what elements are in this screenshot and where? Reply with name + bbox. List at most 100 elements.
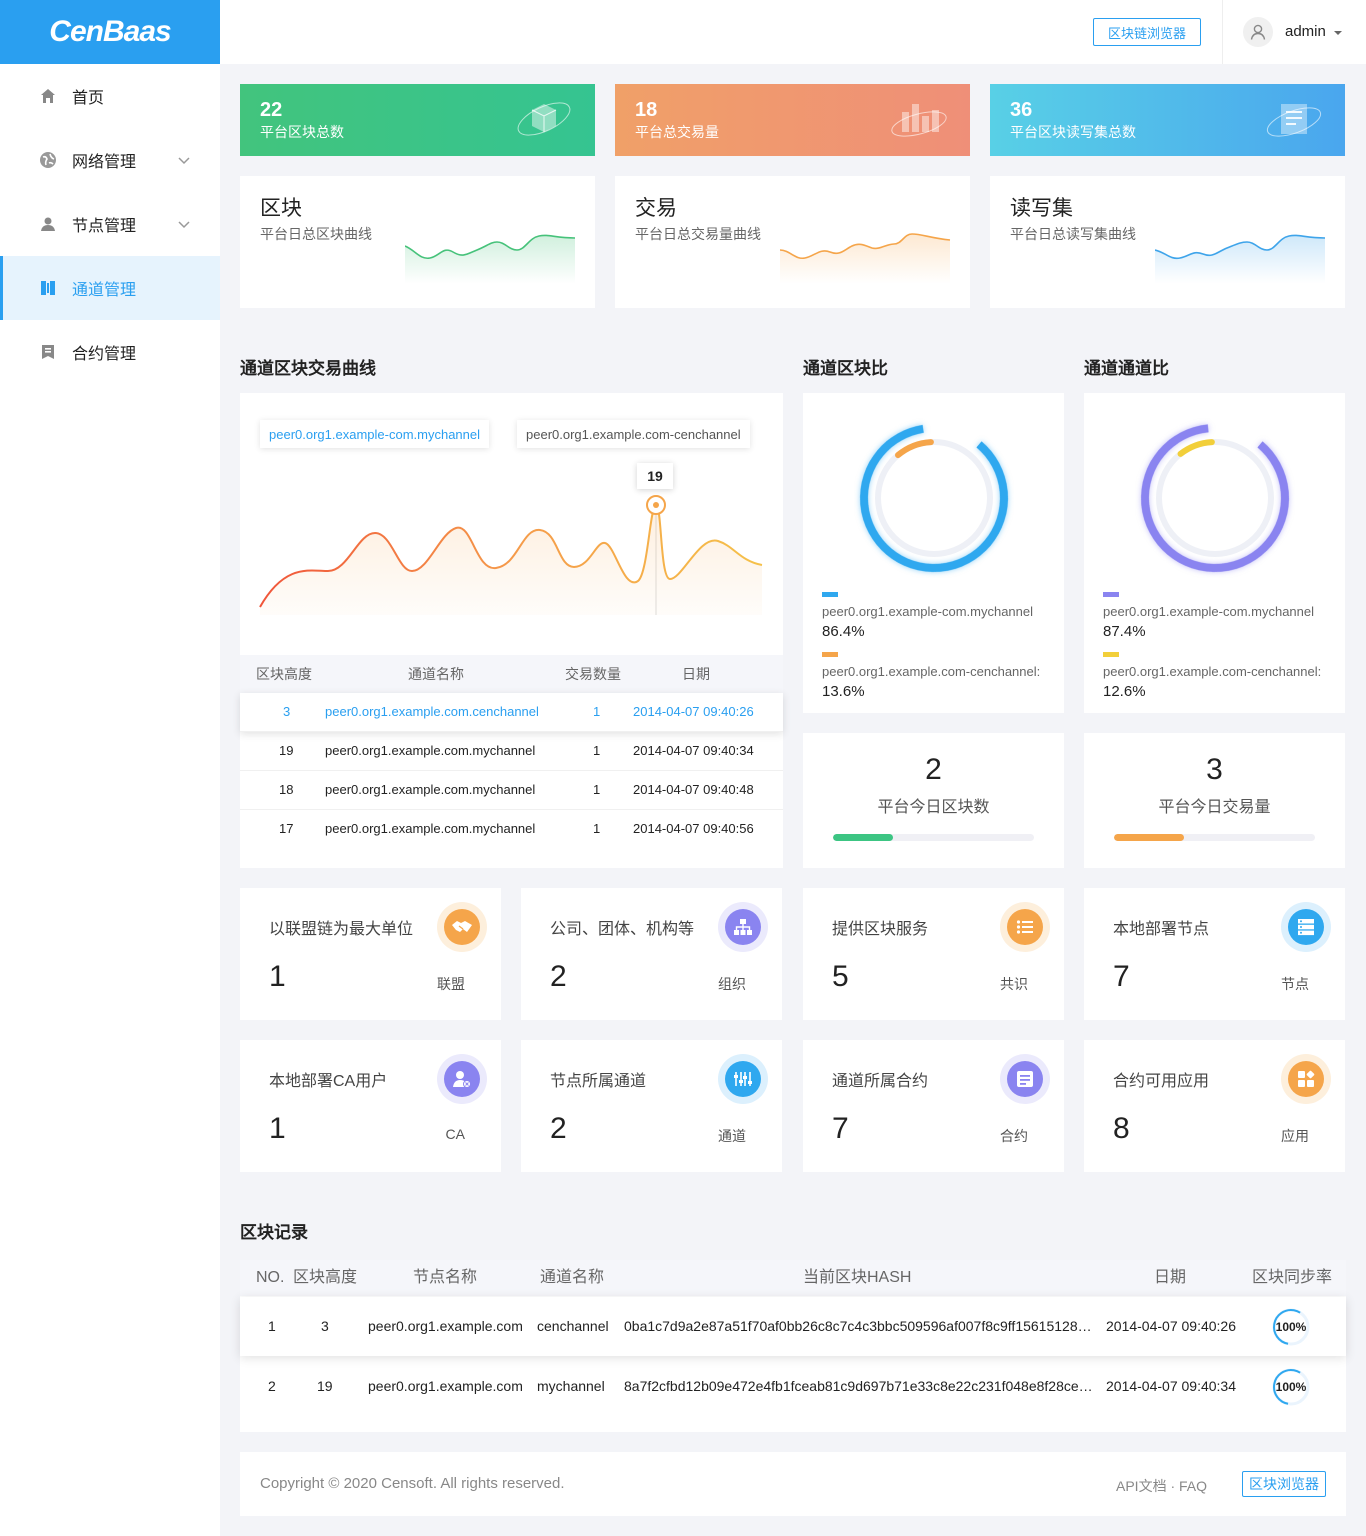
section-title-channel-ratio: 通道通道比: [1084, 359, 1169, 378]
footer-explorer-button[interactable]: 区块浏览器: [1242, 1471, 1326, 1497]
cell-channel: mychannel: [537, 1378, 605, 1394]
cell-channel: cenchannel: [537, 1318, 609, 1334]
info-card-org: 公司、团体、机构等 2 组织: [521, 888, 782, 1020]
col-header: 区块高度: [293, 1269, 358, 1286]
cell-hash: 8a7f2cfbd12b09e472e4fb1fceab81c9d697b71e…: [624, 1378, 1093, 1394]
cell-no: 1: [268, 1318, 276, 1334]
col-header: NO.: [256, 1269, 285, 1286]
cell-height: 3: [283, 704, 291, 719]
info-card-channels: 节点所属通道 2 通道: [521, 1040, 782, 1172]
info-card-ca: 本地部署CA用户 1 CA: [240, 1040, 501, 1172]
cell-height: 19: [317, 1378, 333, 1394]
col-header: 区块高度: [256, 666, 312, 682]
banner-total-transactions: 18 平台总交易量: [615, 84, 970, 156]
info-card-contracts: 通道所属合约 7 合约: [803, 1040, 1064, 1172]
legend-swatch: [822, 652, 838, 657]
legend-swatch: [1103, 592, 1119, 597]
highlight-point-dot: [653, 502, 659, 508]
sidebar-item-channels[interactable]: 通道管理: [0, 256, 220, 320]
info-unit: 节点: [1281, 976, 1309, 992]
info-value: 8: [1113, 1112, 1130, 1145]
legend-item: peer0.org1.example-com.mychannel 87.4%: [1103, 592, 1314, 640]
info-card-apps: 合约可用应用 8 应用: [1084, 1040, 1345, 1172]
card-title: 交易: [635, 197, 677, 220]
footer-links[interactable]: API文档 · FAQ: [1116, 1476, 1207, 1496]
cell-tx: 1: [593, 782, 601, 797]
col-header: 当前区块HASH: [803, 1269, 912, 1286]
section-title-channel-curve: 通道区块交易曲线: [240, 359, 376, 378]
info-unit: CA: [445, 1126, 465, 1142]
legend-item: peer0.org1.example.com-cenchannel: 13.6%: [822, 652, 1040, 700]
today-progress-fill: [833, 834, 894, 841]
sync-progress: 100%: [1271, 1307, 1311, 1347]
table-row[interactable]: 19 peer0.org1.example.com.mychannel 1 20…: [240, 732, 783, 771]
legend-swatch: [822, 592, 838, 597]
info-title: 本地部署CA用户: [269, 1073, 388, 1090]
info-value: 7: [1113, 960, 1130, 993]
info-value: 1: [269, 960, 286, 993]
section-title-block-records: 区块记录: [240, 1223, 308, 1242]
info-title: 节点所属通道: [550, 1073, 647, 1090]
card-title: 读写集: [1010, 197, 1073, 220]
info-title: 本地部署节点: [1113, 921, 1210, 938]
cell-height: 18: [279, 782, 294, 797]
sidebar-item-home[interactable]: 首页: [0, 64, 220, 128]
col-header: 日期: [682, 666, 710, 682]
card-block-curve: 区块 平台日总区块曲线: [240, 176, 595, 308]
cell-date: 2014-04-07 09:40:26: [1106, 1318, 1236, 1334]
cell-no: 2: [268, 1378, 276, 1394]
cube-icon: [517, 102, 571, 136]
sparkline-orange: [780, 233, 951, 284]
sidebar: 首页 网络管理 节点管理 通道管理 合约管理: [0, 64, 220, 1536]
home-icon: [38, 86, 58, 106]
app-logo[interactable]: CenBaas: [0, 0, 220, 64]
bar-chart-icon: [891, 104, 947, 137]
info-title: 以联盟链为最大单位: [269, 921, 414, 938]
chevron-down-icon[interactable]: [176, 152, 192, 168]
cell-tx: 1: [593, 821, 601, 836]
info-unit: 联盟: [437, 976, 465, 992]
contract-icon: [38, 342, 58, 362]
legend-item: peer0.org1.example-com.mychannel 86.4%: [822, 592, 1033, 640]
table-row[interactable]: 3 peer0.org1.example.com.cenchannel 1 20…: [240, 693, 783, 732]
apps-icon: [1281, 1054, 1331, 1104]
table-row[interactable]: 18 peer0.org1.example.com.mychannel 1 20…: [240, 771, 783, 810]
sidebar-item-label: 网络管理: [72, 154, 137, 171]
sidebar-item-nodes[interactable]: 节点管理: [0, 192, 220, 256]
copyright: Copyright © 2020 Censoft. All rights res…: [260, 1475, 565, 1492]
username[interactable]: admin: [1285, 23, 1326, 40]
info-unit: 合约: [1000, 1128, 1028, 1144]
channel-tx-chart: peer0.org1.example-com.mychannel peer0.o…: [240, 393, 783, 868]
table-row[interactable]: 2 19 peer0.org1.example.com mychannel 8a…: [240, 1357, 1346, 1416]
sidebar-item-network[interactable]: 网络管理: [0, 128, 220, 192]
info-card-consensus: 提供区块服务 5 共识: [803, 888, 1064, 1020]
cell-hash: 0ba1c7d9a2e87a51f70af0bb26c8c7c4c3bbc509…: [624, 1318, 1092, 1334]
contract-icon: [1000, 1054, 1050, 1104]
channel-icon: [38, 278, 58, 298]
sidebar-item-label: 首页: [72, 90, 105, 107]
cell-channel: peer0.org1.example.com.cenchannel: [325, 704, 539, 719]
table-row[interactable]: 17 peer0.org1.example.com.mychannel 1 20…: [240, 810, 783, 849]
caret-down-icon[interactable]: [1333, 28, 1343, 38]
card-rwset-curve: 读写集 平台日总读写集曲线: [990, 176, 1345, 308]
cell-height: 19: [279, 743, 294, 758]
block-records-table: NO. 区块高度 节点名称 通道名称 当前区块HASH 日期 区块同步率 1 3…: [240, 1260, 1346, 1432]
info-title: 提供区块服务: [832, 921, 929, 938]
col-header: 通道名称: [408, 666, 464, 682]
sidebar-item-contracts[interactable]: 合约管理: [0, 320, 220, 384]
list-icon: [1000, 902, 1050, 952]
cell-date: 2014-04-07 09:40:34: [633, 743, 754, 758]
legend-name: peer0.org1.example.com-cenchannel:: [822, 664, 1041, 679]
info-unit: 组织: [718, 976, 746, 992]
cell-date: 2014-04-07 09:40:56: [633, 821, 754, 836]
avatar[interactable]: [1243, 17, 1273, 47]
chevron-down-icon[interactable]: [176, 216, 192, 232]
divider: [1222, 0, 1223, 64]
ring-track: [875, 439, 993, 557]
sparkline-green: [405, 234, 576, 284]
blockchain-explorer-button[interactable]: 区块链浏览器: [1093, 18, 1201, 46]
table-row[interactable]: 1 3 peer0.org1.example.com cenchannel 0b…: [240, 1297, 1346, 1356]
handshake-icon: [437, 902, 487, 952]
legend-pct: 13.6%: [822, 683, 865, 700]
today-blocks-card: 2 平台今日区块数: [803, 733, 1064, 868]
